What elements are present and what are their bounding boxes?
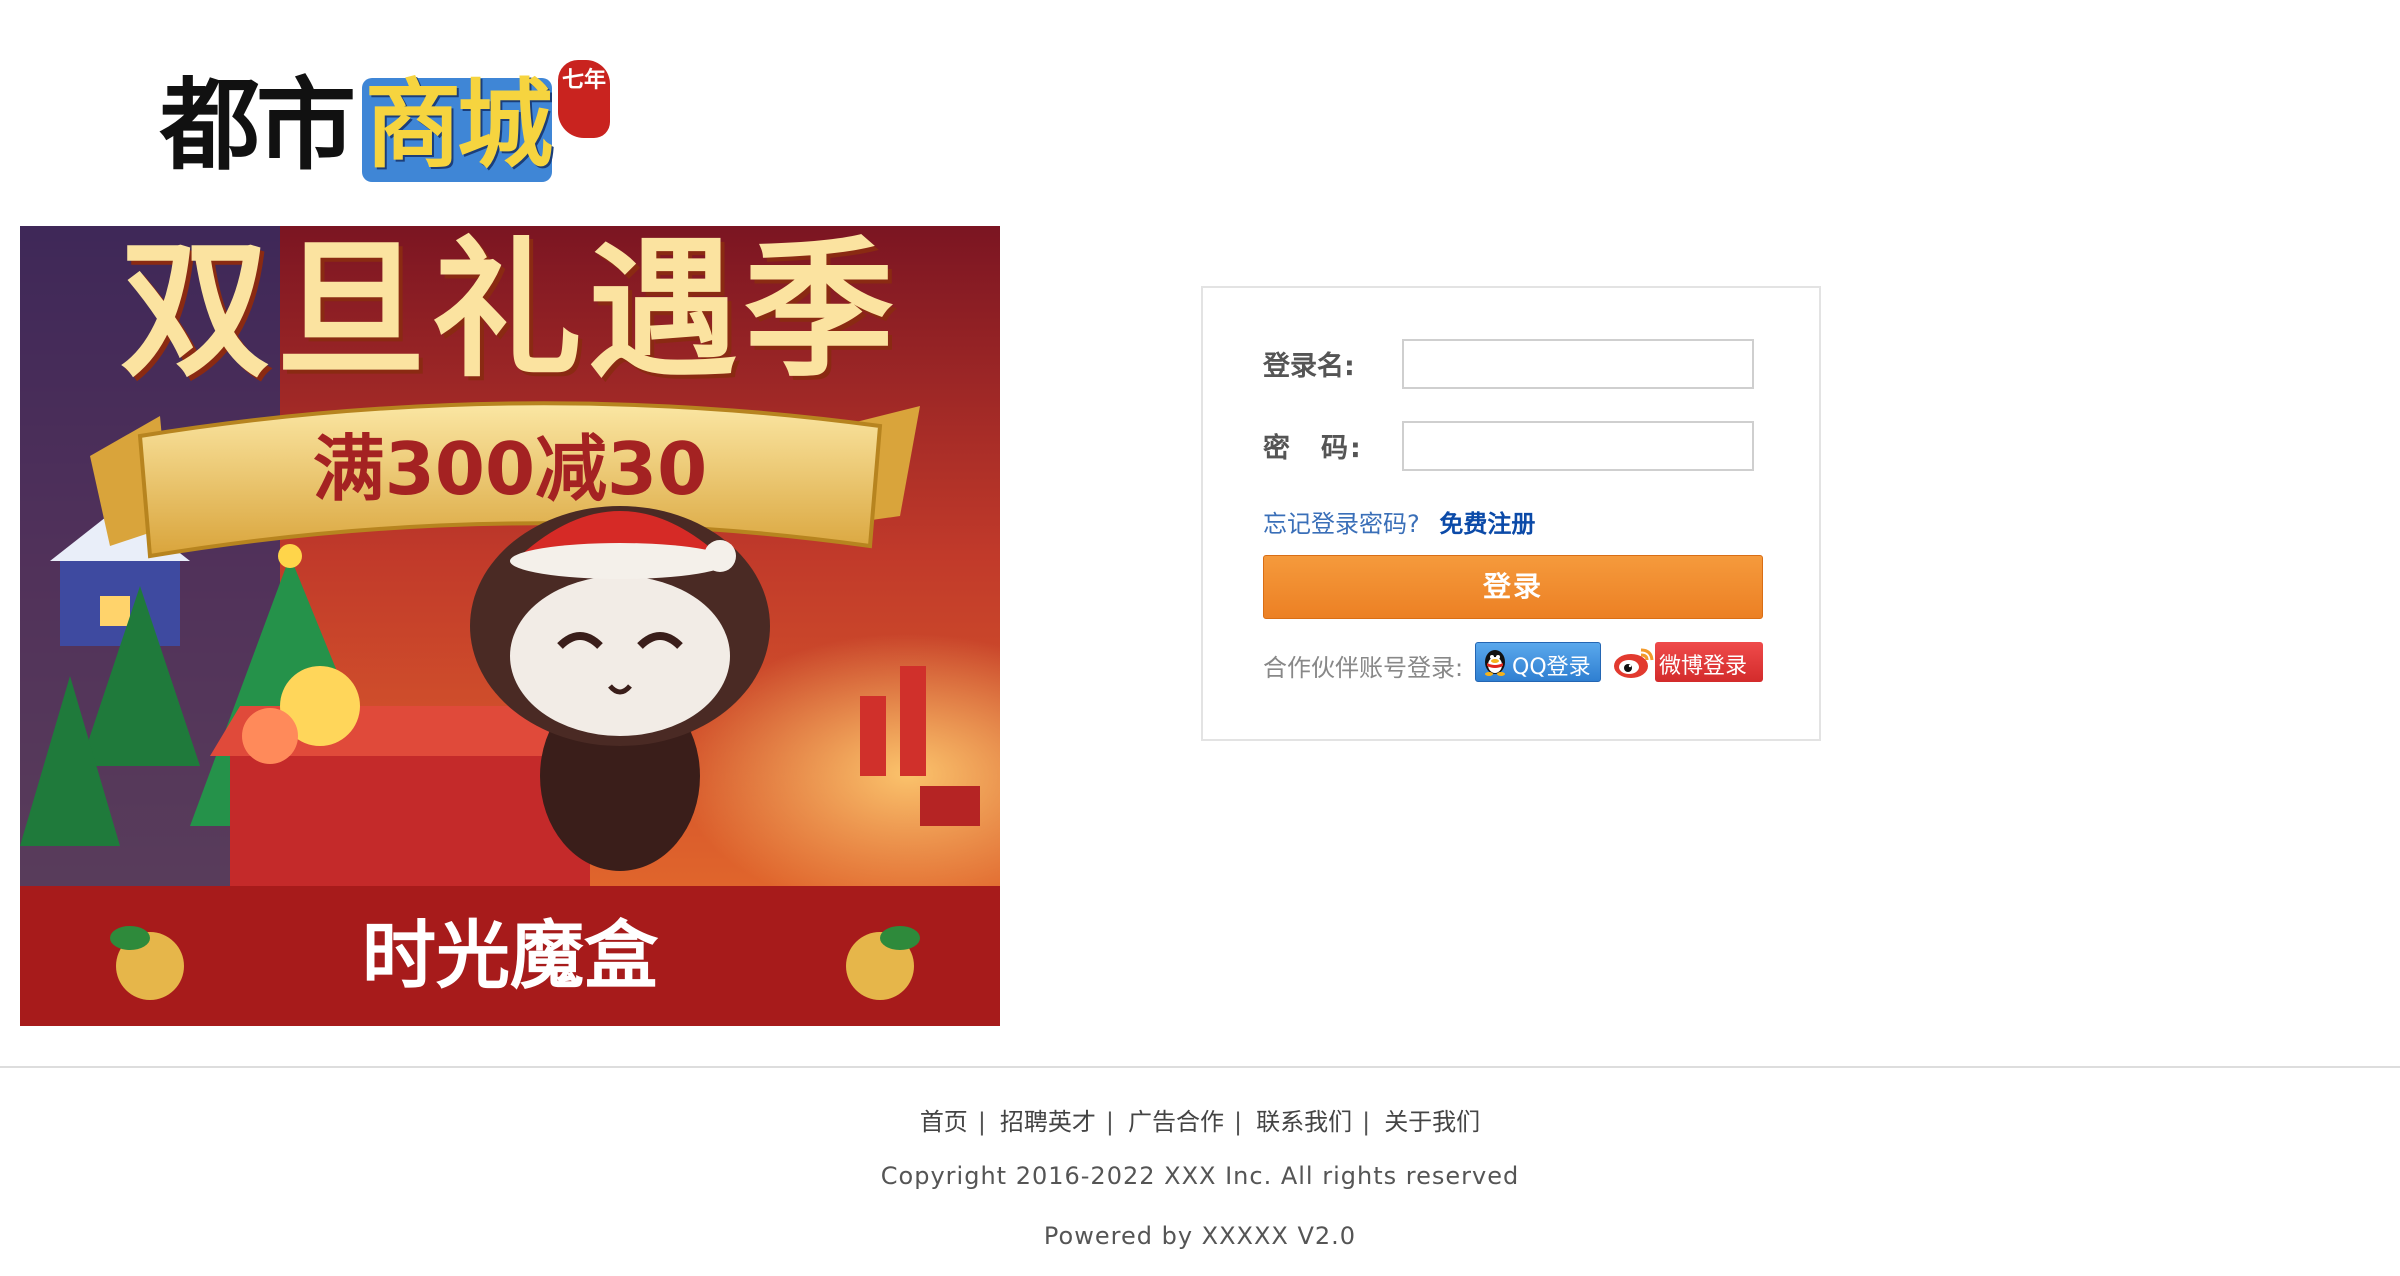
- site-logo[interactable]: 都市 商城 七年: [160, 60, 620, 190]
- powered-by-text: Powered by XXXXX V2.0: [1043, 1222, 1357, 1250]
- weibo-login-button[interactable]: 微博登录: [1611, 642, 1763, 682]
- footer-link-advertising[interactable]: 广告合作: [1128, 1108, 1224, 1136]
- promo-discount: 满300减30: [312, 427, 708, 511]
- footer-nav: 首页 | 招聘英才 | 广告合作 | 联系我们 | 关于我们: [0, 1102, 2400, 1137]
- weibo-label-box: 微博登录: [1655, 642, 1763, 682]
- footer-link-careers[interactable]: 招聘英才: [1000, 1108, 1096, 1136]
- account-links: 忘记登录密码? 免费注册: [1263, 504, 1535, 539]
- username-label: 登录名:: [1263, 351, 1355, 382]
- password-input[interactable]: [1402, 421, 1754, 471]
- footer-link-home[interactable]: 首页: [920, 1108, 968, 1136]
- forgot-password-link[interactable]: 忘记登录密码?: [1263, 510, 1420, 538]
- logo-text-dushi: 都市: [160, 66, 356, 184]
- copyright-text: Copyright 2016-2022 XXX Inc. All rights …: [880, 1162, 1520, 1190]
- login-button[interactable]: 登录: [1263, 555, 1763, 619]
- footer-separator: |: [977, 1108, 986, 1136]
- promo-headline: 双旦礼遇季: [119, 226, 900, 398]
- footer-link-about[interactable]: 关于我们: [1384, 1108, 1480, 1136]
- footer-divider: [0, 1066, 2400, 1068]
- weibo-icon: [1614, 648, 1654, 678]
- qq-penguin-icon: [1485, 650, 1505, 676]
- qq-login-button[interactable]: QQ登录: [1475, 642, 1601, 682]
- password-label: 密 码:: [1263, 433, 1363, 464]
- footer-separator: |: [1234, 1108, 1243, 1136]
- footer-separator: |: [1105, 1108, 1114, 1136]
- username-input[interactable]: [1402, 339, 1754, 389]
- promo-footer-text: 时光魔盒: [362, 913, 658, 999]
- weibo-login-label: 微博登录: [1659, 654, 1748, 679]
- login-panel: 登录名: 密 码: 忘记登录密码? 免费注册 登录 合作伙伴账号登录: QQ登录: [1201, 286, 1821, 741]
- register-link[interactable]: 免费注册: [1439, 510, 1535, 538]
- logo-text-shangcheng: 商城: [365, 68, 553, 181]
- qq-login-label: QQ登录: [1512, 655, 1591, 680]
- logo-seal: 七年: [558, 60, 610, 138]
- footer-link-contact[interactable]: 联系我们: [1256, 1108, 1352, 1136]
- promo-banner[interactable]: 双旦礼遇季 满300减30 时光魔盒: [20, 226, 1000, 1026]
- logo-seal-text: 七年: [561, 68, 606, 93]
- partner-login-label: 合作伙伴账号登录:: [1263, 654, 1464, 682]
- footer-separator: |: [1362, 1108, 1371, 1136]
